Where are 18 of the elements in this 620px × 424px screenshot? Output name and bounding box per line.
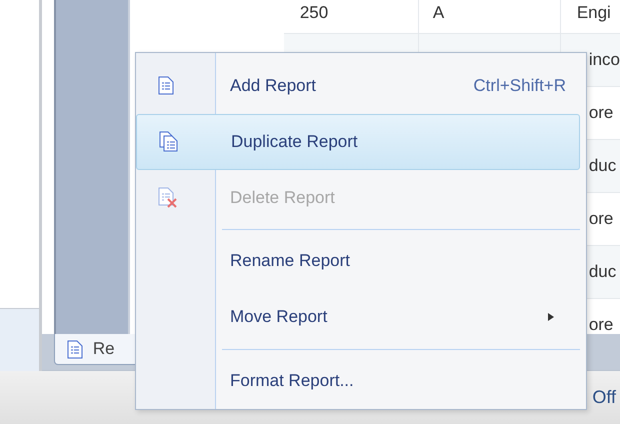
table-cell: 250 [300,3,328,23]
status-text: Off [592,387,616,408]
table-cell: ore [588,103,614,123]
document-icon [158,76,174,96]
submenu-arrow-icon [548,313,554,322]
menu-item[interactable]: Duplicate Report [136,114,580,170]
document-delete-icon [158,187,178,208]
table-cell: Engi [576,3,611,23]
table-cell: ore [588,315,614,334]
table-cell: ore [588,209,614,229]
copy-icon [159,131,178,152]
document-icon [66,340,83,358]
table-cell: duc [588,156,616,176]
menu-item[interactable]: Rename Report [136,234,580,290]
table-cell: inco [588,50,620,70]
table-cell: A [432,3,444,23]
table-cell: duc [588,262,616,282]
menu-item[interactable]: Add Report Ctrl+Shift+R [136,58,580,114]
